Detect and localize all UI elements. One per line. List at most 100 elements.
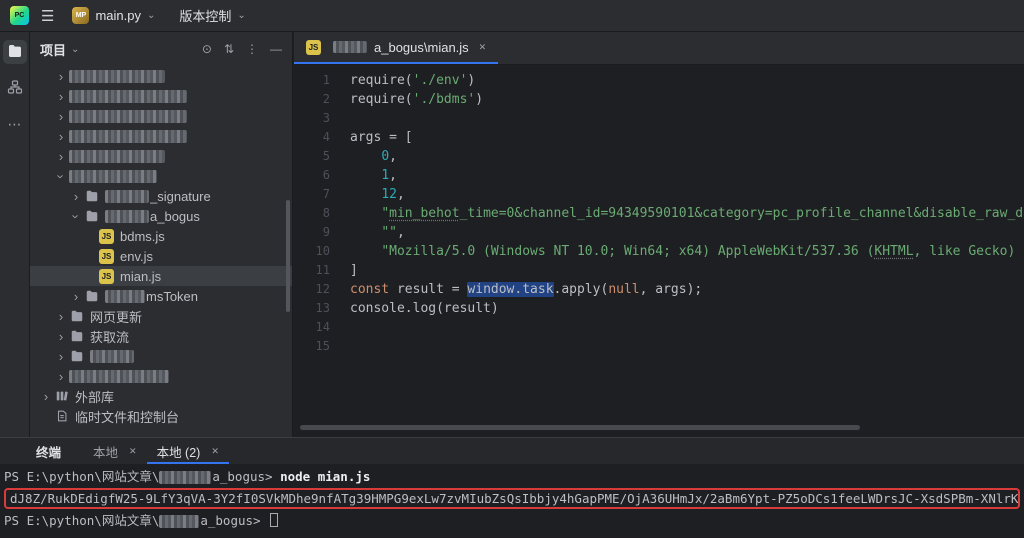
line-number: 10	[294, 242, 350, 261]
terminal-tab[interactable]: 本地✕	[83, 438, 147, 464]
tree-item[interactable]: ›外部库	[30, 386, 292, 406]
pycharm-window: PC ☰ MP main.py ⌄ 版本控制 ⌄ ⋯ 项目 ⌄	[0, 0, 1024, 538]
code-line: 6 1,	[294, 166, 1024, 185]
chevron-down-icon[interactable]: ›	[69, 208, 84, 224]
chevron-right-icon[interactable]: ›	[53, 129, 69, 144]
censored-text	[105, 210, 149, 223]
line-number: 1	[294, 71, 350, 90]
chevron-down-icon[interactable]: ›	[54, 168, 69, 184]
folder-icon	[84, 288, 100, 304]
vcs-widget[interactable]: 版本控制 ⌄	[173, 3, 251, 28]
tree-item[interactable]: JSenv.js	[30, 246, 292, 266]
tree-item[interactable]: › msToken	[30, 286, 292, 306]
project-scrollbar[interactable]	[286, 200, 290, 312]
run-config-selector[interactable]: MP main.py ⌄	[66, 4, 161, 27]
project-tree: › › › › › › › _signature ›a_bogusJSbdms.jsJSenv.…	[30, 66, 292, 437]
code-line: 13console.log(result)	[294, 299, 1024, 318]
panel-title[interactable]: 项目	[40, 40, 66, 59]
tree-item-label: mian.js	[120, 269, 161, 284]
prompt-text: a_bogus>	[200, 513, 268, 528]
chevron-right-icon[interactable]: ›	[53, 349, 69, 364]
chevron-right-icon[interactable]: ›	[53, 109, 69, 124]
editor-tab-label: a_bogus\mian.js	[374, 40, 469, 55]
code-token: , like Gecko) Chrome/138.0.	[914, 244, 1024, 259]
code-token: ,	[389, 149, 397, 164]
tool-window-bar: ⋯	[0, 32, 30, 437]
line-number: 4	[294, 128, 350, 147]
code-token: min_behot	[389, 206, 459, 221]
vcs-label: 版本控制	[179, 6, 231, 25]
highlighted-output: dJ8Z/RukDEdigfW25-9LfY3qVA-3Y2fI0SVkMDhe…	[4, 488, 1020, 509]
censored-text	[159, 471, 211, 484]
chevron-right-icon[interactable]: ›	[53, 309, 69, 324]
chevron-right-icon[interactable]: ›	[53, 329, 69, 344]
close-icon[interactable]: ✕	[479, 42, 487, 53]
code-line: 10 "Mozilla/5.0 (Windows NT 10.0; Win64;…	[294, 242, 1024, 261]
tree-item[interactable]: 临时文件和控制台	[30, 406, 292, 426]
code-token: 12	[381, 187, 397, 202]
tree-item[interactable]: ›	[30, 346, 292, 366]
structure-tool-button[interactable]	[3, 76, 27, 100]
editor-tab[interactable]: JS a_bogus\mian.js ✕	[294, 32, 498, 64]
code-text: console.log(result)	[350, 299, 499, 318]
tree-item[interactable]: ›	[30, 166, 292, 186]
line-number: 6	[294, 166, 350, 185]
chevron-right-icon[interactable]: ›	[68, 189, 84, 204]
tree-item[interactable]: ›a_bogus	[30, 206, 292, 226]
censored-text	[69, 130, 187, 143]
chevron-right-icon[interactable]: ›	[53, 149, 69, 164]
code-token	[350, 244, 381, 259]
chevron-right-icon[interactable]: ›	[53, 369, 69, 384]
project-panel: 项目 ⌄ ⊙ ⇅ ⋮ — ›››››››_signature›a_bogusJS…	[30, 32, 293, 437]
code-token: )	[475, 92, 483, 107]
code-line: 15	[294, 337, 1024, 356]
more-tools-button[interactable]: ⋯	[3, 112, 27, 136]
locate-file-icon[interactable]: ⊙	[202, 42, 212, 56]
chevron-right-icon[interactable]: ›	[38, 389, 54, 404]
tree-item[interactable]: › 获取流	[30, 326, 292, 346]
code-line: 14	[294, 318, 1024, 337]
folder-icon	[84, 208, 100, 224]
tree-item-label: _signature	[150, 189, 211, 204]
close-icon[interactable]: ✕	[211, 446, 219, 457]
chevron-right-icon[interactable]: ›	[53, 69, 69, 84]
horizontal-scrollbar[interactable]	[300, 425, 860, 430]
folder-icon	[69, 348, 85, 364]
lib-icon	[54, 388, 70, 404]
code-area[interactable]: 1require('./env')2require('./bdms')34arg…	[294, 65, 1024, 437]
hide-panel-icon[interactable]: —	[270, 42, 282, 56]
tree-item[interactable]: ›	[30, 366, 292, 386]
chevron-right-icon[interactable]: ›	[68, 289, 84, 304]
tree-item[interactable]: ›	[30, 106, 292, 126]
tree-item[interactable]: ›	[30, 126, 292, 146]
line-number: 2	[294, 90, 350, 109]
expand-collapse-icon[interactable]: ⇅	[224, 42, 234, 56]
more-options-icon[interactable]: ⋮	[246, 42, 258, 56]
main-menu-icon[interactable]: ☰	[41, 7, 54, 25]
project-tool-button[interactable]	[3, 40, 27, 64]
terminal-tab[interactable]: 本地 (2)✕	[147, 438, 229, 464]
terminal-output[interactable]: PS E:\python\网站文章\a_bogus> node mian.js d…	[0, 464, 1024, 530]
close-icon[interactable]: ✕	[129, 446, 137, 457]
tree-item[interactable]: JSmian.js	[30, 266, 292, 286]
code-text: require('./env')	[350, 71, 475, 90]
code-text: "",	[350, 223, 405, 242]
tree-item[interactable]: ›	[30, 86, 292, 106]
code-text: 12,	[350, 185, 405, 204]
tree-item[interactable]: ›	[30, 146, 292, 166]
tree-item[interactable]: ›网页更新	[30, 306, 292, 326]
titlebar: PC ☰ MP main.py ⌄ 版本控制 ⌄	[0, 0, 1024, 32]
code-line: 7 12,	[294, 185, 1024, 204]
terminal-panel-title[interactable]: 终端	[36, 442, 61, 461]
tree-item-label: 获取流	[90, 327, 129, 346]
code-text: 1,	[350, 166, 397, 185]
tree-item-label: msToken	[146, 289, 198, 304]
censored-text	[159, 515, 199, 528]
code-token: ""	[381, 225, 397, 240]
tree-item[interactable]: › _signature	[30, 186, 292, 206]
line-number: 9	[294, 223, 350, 242]
terminal-line: PS E:\python\网站文章\a_bogus> node mian.js	[4, 468, 1020, 486]
tree-item[interactable]: JSbdms.js	[30, 226, 292, 246]
tree-item[interactable]: ›	[30, 66, 292, 86]
chevron-right-icon[interactable]: ›	[53, 89, 69, 104]
